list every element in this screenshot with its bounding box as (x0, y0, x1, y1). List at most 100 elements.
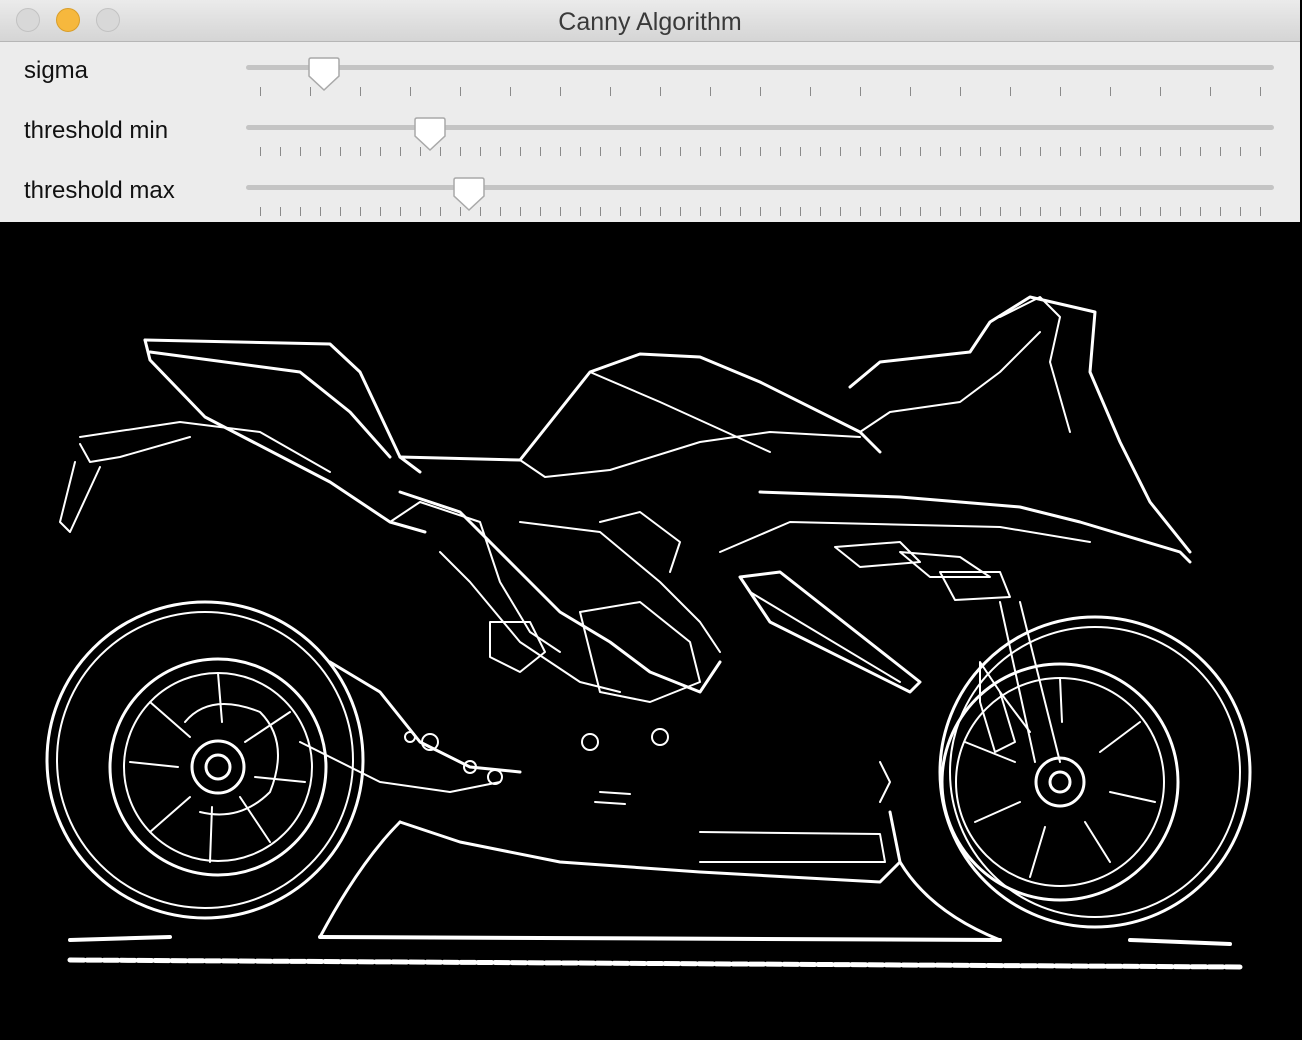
slider-tick (1160, 87, 1161, 96)
slider-tick (1040, 207, 1041, 216)
slider-tick (640, 207, 641, 216)
slider-tick (840, 147, 841, 156)
slider-tick (460, 147, 461, 156)
slider-ticks (246, 87, 1274, 97)
slider-tick (780, 147, 781, 156)
slider-tick (580, 147, 581, 156)
slider-tick (560, 207, 561, 216)
slider-tick (560, 87, 561, 96)
slider-tick (700, 147, 701, 156)
slider-tick (1260, 147, 1261, 156)
slider-tick (1160, 147, 1161, 156)
slider-tick (910, 87, 911, 96)
slider-tick (1080, 207, 1081, 216)
slider-tick (760, 147, 761, 156)
slider-thumb[interactable] (413, 116, 447, 152)
slider-tick (900, 147, 901, 156)
slider-tick (1080, 147, 1081, 156)
slider-tick (1220, 207, 1221, 216)
slider-tick (540, 207, 541, 216)
slider-tick (360, 207, 361, 216)
slider-track[interactable] (246, 65, 1274, 70)
slider-tick (1260, 207, 1261, 216)
slider-tick (300, 147, 301, 156)
slider-tick (920, 147, 921, 156)
slider-tick (1060, 147, 1061, 156)
slider-tick (920, 207, 921, 216)
slider-tick (380, 207, 381, 216)
slider-tick (660, 87, 661, 96)
slider-tick (460, 87, 461, 96)
slider-tick (1110, 87, 1111, 96)
slider-tick (1180, 207, 1181, 216)
slider-tick (380, 147, 381, 156)
slider-tick (640, 147, 641, 156)
slider-tick (400, 207, 401, 216)
slider-thumb[interactable] (307, 56, 341, 92)
slider-tick (940, 207, 941, 216)
motorcycle-edge-image (45, 295, 1252, 970)
slider-tick (620, 207, 621, 216)
slider-row-threshold-max: threshold max (0, 162, 1300, 222)
slider-tick (260, 147, 261, 156)
slider-tick (760, 207, 761, 216)
slider-tick (1000, 147, 1001, 156)
slider-tick (740, 147, 741, 156)
slider-tick (880, 207, 881, 216)
slider-tick (860, 147, 861, 156)
slider-tick (980, 147, 981, 156)
slider-tick (1220, 147, 1221, 156)
controls-panel: sigma threshold min threshold max (0, 42, 1300, 222)
slider-label: sigma (24, 57, 89, 84)
slider-tick (820, 207, 821, 216)
slider-label: threshold max (24, 177, 175, 204)
slider-tick (600, 207, 601, 216)
slider-tick (800, 207, 801, 216)
slider-tick (260, 207, 261, 216)
slider-ticks (246, 207, 1274, 217)
window-title: Canny Algorithm (558, 8, 742, 36)
slider-tick (510, 87, 511, 96)
slider-tick (1020, 207, 1021, 216)
slider-tick (960, 87, 961, 96)
slider-tick (660, 207, 661, 216)
slider-tick (420, 207, 421, 216)
slider-label: threshold min (24, 117, 169, 144)
slider-ticks (246, 147, 1274, 157)
slider-tick (1140, 207, 1141, 216)
slider-tick (520, 147, 521, 156)
slider-tick (600, 147, 601, 156)
slider-tick (540, 147, 541, 156)
app-window: Canny Algorithm sigma threshold min thre… (0, 0, 1300, 1040)
slider-tick (610, 87, 611, 96)
slider-tick (280, 207, 281, 216)
slider-tick (1120, 147, 1121, 156)
slider-tick (700, 207, 701, 216)
slider-tick (710, 87, 711, 96)
slider-tick (1200, 147, 1201, 156)
slider-tick (1260, 87, 1261, 96)
slider-track[interactable] (246, 125, 1274, 130)
slider-tick (580, 207, 581, 216)
slider-tick (1040, 147, 1041, 156)
slider-tick (1240, 147, 1241, 156)
slider-tick (780, 207, 781, 216)
slider-thumb[interactable] (452, 176, 486, 212)
slider-tick (320, 147, 321, 156)
slider-tick (760, 87, 761, 96)
slider-tick (900, 207, 901, 216)
slider-tick (500, 147, 501, 156)
title-bar[interactable]: Canny Algorithm (0, 0, 1300, 42)
slider-tick (280, 147, 281, 156)
slider-tick (980, 207, 981, 216)
slider-tick (1100, 147, 1101, 156)
slider-tick (410, 87, 411, 96)
slider-tick (1240, 207, 1241, 216)
slider-track[interactable] (246, 185, 1274, 190)
slider-tick (1180, 147, 1181, 156)
slider-tick (820, 147, 821, 156)
slider-tick (620, 147, 621, 156)
slider-tick (720, 207, 721, 216)
slider-tick (960, 207, 961, 216)
slider-tick (520, 207, 521, 216)
